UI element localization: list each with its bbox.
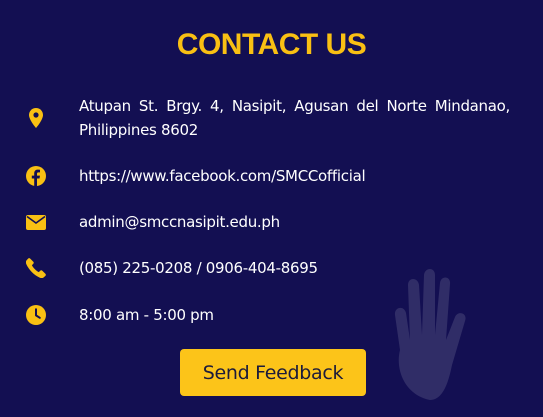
page-title: CONTACT US [176,28,367,61]
facebook-icon [25,165,47,187]
address-text: Atupan St. Brgy. 4, Nasipit, Agusan del … [79,97,510,139]
hours-text: 8:00 am - 5:00 pm [79,306,214,324]
map-pin-icon [25,107,47,129]
envelope-icon [25,211,47,233]
email-link[interactable]: admin@smccnasipit.edu.ph [79,210,280,234]
clock-icon [25,304,47,326]
phone-text: (085) 225-0208 / 0906-404-8695 [79,259,318,277]
send-feedback-button[interactable]: Send Feedback [180,349,366,396]
facebook-link[interactable]: https://www.facebook.com/SMCCofficial [79,164,366,188]
handprint-watermark-icon [394,269,466,400]
phone-icon [25,257,47,279]
